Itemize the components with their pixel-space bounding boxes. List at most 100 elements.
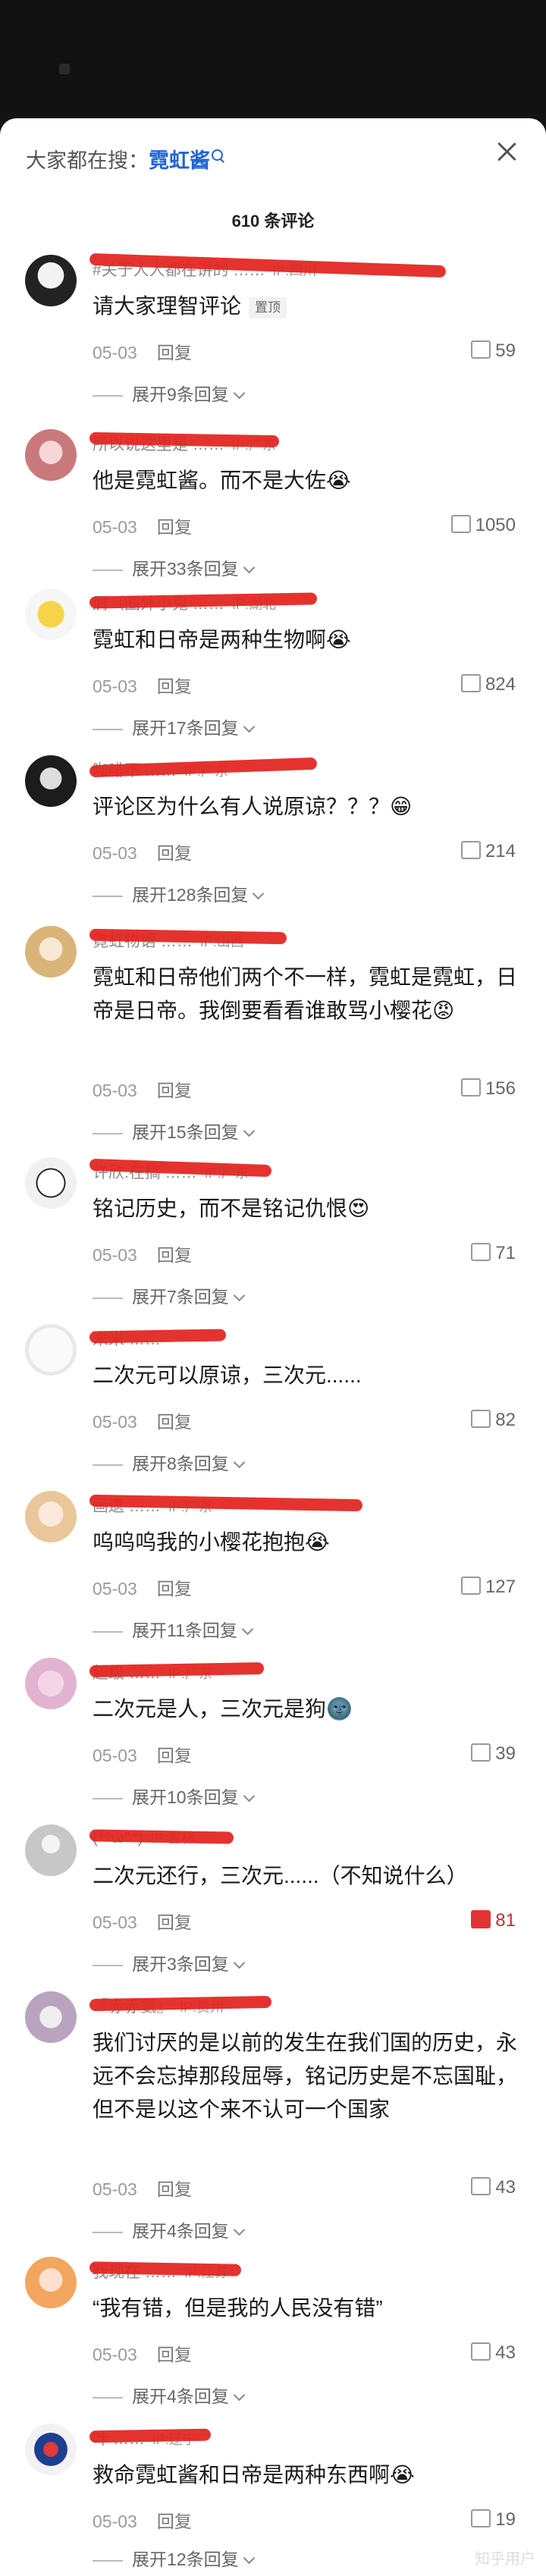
like-button[interactable]: 19 bbox=[471, 2507, 516, 2531]
chevron-down-icon bbox=[253, 887, 265, 900]
reply-button[interactable]: 回复 bbox=[157, 2345, 192, 2364]
avatar[interactable] bbox=[25, 255, 77, 306]
avatar[interactable] bbox=[25, 1991, 77, 2043]
comment-date: 05-03 bbox=[93, 1746, 137, 1765]
like-button[interactable]: 82 bbox=[471, 1407, 516, 1431]
chevron-down-icon bbox=[243, 2552, 255, 2565]
comment-meta: 05-03 回复 bbox=[93, 338, 192, 364]
expand-replies[interactable]: 展开17条回复 bbox=[93, 714, 255, 739]
redaction-scribble bbox=[89, 1661, 265, 1678]
hot-search-bar[interactable]: 大家都在搜：霓虹酱 bbox=[26, 144, 223, 174]
avatar[interactable] bbox=[25, 2424, 77, 2475]
comment-meta: 05-03 回复 bbox=[93, 2507, 192, 2533]
expand-replies[interactable]: 展开33条回复 bbox=[93, 554, 255, 580]
comment-body: “我有错，但是我的人民没有错” bbox=[93, 2296, 383, 2320]
avatar[interactable] bbox=[25, 1491, 77, 1542]
comment-meta: 05-03 回复 bbox=[93, 2340, 192, 2366]
comment-body: 他是霓虹酱。而不是大佐😭 bbox=[93, 469, 351, 492]
avatar[interactable] bbox=[25, 2257, 77, 2308]
chevron-down-icon bbox=[241, 1623, 254, 1636]
expand-replies-label: 展开33条回复 bbox=[132, 559, 239, 579]
like-count: 81 bbox=[495, 1910, 516, 1931]
expand-replies[interactable]: 展开11条回复 bbox=[93, 1616, 254, 1642]
comment-meta: 05-03 回复 bbox=[93, 672, 192, 698]
background-fragment bbox=[59, 64, 70, 74]
like-count: 214 bbox=[485, 841, 516, 861]
expand-replies[interactable]: 展开4条回复 bbox=[93, 2217, 246, 2242]
hot-search-keyword[interactable]: 霓虹酱 bbox=[149, 149, 210, 172]
comment-sheet: 大家都在搜：霓虹酱 610 条评论 #关于人人都在讲的 ……IP:四川 请大家理… bbox=[0, 118, 546, 2576]
expand-replies[interactable]: 展开12条回复 bbox=[93, 2545, 255, 2571]
reply-button[interactable]: 回复 bbox=[157, 517, 192, 537]
avatar[interactable] bbox=[25, 1157, 77, 1209]
like-count: 39 bbox=[495, 1743, 516, 1764]
expand-replies[interactable]: 展开8条回复 bbox=[93, 1449, 246, 1475]
watermark: 知乎用户 bbox=[475, 2551, 535, 2568]
reply-button[interactable]: 回复 bbox=[157, 1579, 192, 1599]
chevron-down-icon bbox=[233, 2389, 246, 2402]
search-icon bbox=[212, 149, 223, 161]
like-button[interactable]: 824 bbox=[460, 672, 516, 695]
like-button[interactable]: 127 bbox=[460, 1574, 516, 1598]
expand-replies-label: 展开7条回复 bbox=[132, 1287, 229, 1307]
reply-button[interactable]: 回复 bbox=[157, 2512, 192, 2531]
reply-button[interactable]: 回复 bbox=[157, 676, 192, 696]
avatar[interactable] bbox=[25, 926, 77, 977]
like-button[interactable]: 71 bbox=[471, 1241, 516, 1264]
like-button[interactable]: 59 bbox=[471, 338, 516, 362]
like-button[interactable]: 214 bbox=[460, 839, 516, 862]
thumbs-up-icon bbox=[471, 1243, 491, 1261]
like-button[interactable]: 1050 bbox=[450, 513, 516, 536]
like-count: 1050 bbox=[475, 515, 516, 535]
expand-replies[interactable]: 展开3条回复 bbox=[93, 1950, 246, 1975]
like-count: 19 bbox=[495, 2509, 516, 2530]
thumbs-up-icon bbox=[471, 2177, 491, 2195]
expand-replies[interactable]: 展开128条回复 bbox=[93, 880, 265, 906]
reply-button[interactable]: 回复 bbox=[157, 1912, 192, 1932]
reply-button[interactable]: 回复 bbox=[157, 1081, 192, 1100]
comment-text: 铭记历史，而不是铭记仇恨😍 bbox=[93, 1192, 517, 1225]
avatar[interactable] bbox=[25, 755, 77, 807]
reply-button[interactable]: 回复 bbox=[157, 1746, 192, 1765]
comment-body: 二次元可以原谅，三次元...... bbox=[93, 1363, 362, 1387]
avatar[interactable] bbox=[25, 1825, 77, 1876]
expand-replies-label: 展开4条回复 bbox=[132, 2221, 229, 2241]
expand-replies[interactable]: 展开15条回复 bbox=[93, 1118, 255, 1144]
thumbs-up-icon bbox=[450, 515, 471, 533]
avatar[interactable] bbox=[25, 429, 77, 481]
expand-replies[interactable]: 展开7条回复 bbox=[93, 1282, 246, 1308]
reply-button[interactable]: 回复 bbox=[157, 1245, 192, 1265]
comment-text: 评论区为什么有人说原谅？？？😁 bbox=[93, 790, 517, 824]
reply-button[interactable]: 回复 bbox=[157, 2179, 192, 2199]
close-icon[interactable] bbox=[493, 138, 520, 165]
like-count: 71 bbox=[495, 1243, 516, 1263]
expand-replies[interactable]: 展开10条回复 bbox=[93, 1783, 255, 1809]
like-count: 82 bbox=[495, 1410, 516, 1430]
expand-replies[interactable]: 展开4条回复 bbox=[93, 2382, 246, 2408]
reply-button[interactable]: 回复 bbox=[157, 843, 192, 863]
redaction-scribble bbox=[89, 1329, 227, 1344]
expand-replies[interactable]: 展开9条回复 bbox=[93, 380, 246, 406]
like-button[interactable]: 81 bbox=[471, 1908, 516, 1931]
like-button[interactable]: 43 bbox=[471, 2340, 516, 2364]
pinned-badge: 置顶 bbox=[249, 297, 287, 318]
reply-button[interactable]: 回复 bbox=[157, 1412, 192, 1432]
like-button[interactable]: 43 bbox=[471, 2175, 516, 2198]
comment-meta: 05-03 回复 bbox=[93, 1908, 192, 1934]
comment-body: 铭记历史，而不是铭记仇恨😍 bbox=[93, 1197, 370, 1220]
comment-text: 二次元还行，三次元......（不知说什么） bbox=[93, 1859, 517, 1893]
comment-body: 救命霓虹酱和日帝是两种东西啊😭 bbox=[93, 2463, 415, 2487]
comment-text: 呜呜呜我的小樱花抱抱😭 bbox=[93, 1526, 517, 1559]
reply-button[interactable]: 回复 bbox=[157, 343, 192, 362]
comment-date: 05-03 bbox=[93, 343, 137, 362]
comment-date: 05-03 bbox=[93, 1912, 137, 1932]
redaction-scribble bbox=[89, 2428, 212, 2443]
avatar[interactable] bbox=[25, 1324, 77, 1376]
comment-count: 610 条评论 bbox=[231, 212, 315, 231]
avatar[interactable] bbox=[25, 588, 77, 640]
avatar[interactable] bbox=[25, 1658, 77, 1709]
like-button[interactable]: 156 bbox=[460, 1076, 516, 1100]
like-count: 127 bbox=[485, 1577, 516, 1597]
like-button[interactable]: 39 bbox=[471, 1741, 516, 1765]
comment-meta: 05-03 回复 bbox=[93, 1076, 192, 1102]
